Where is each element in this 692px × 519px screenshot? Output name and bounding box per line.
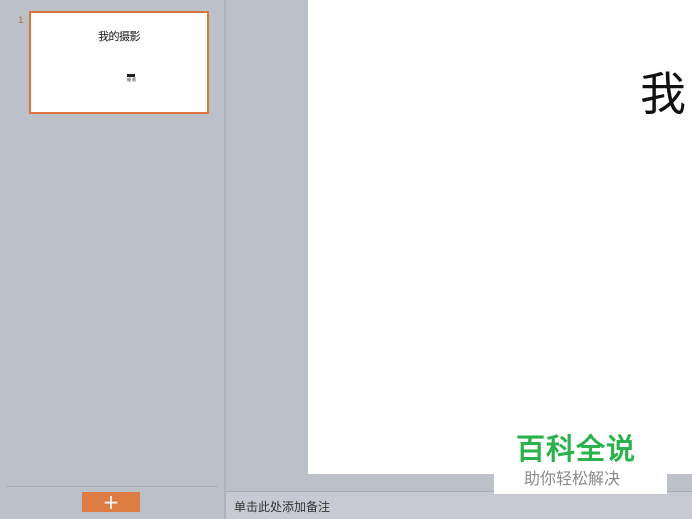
slide-editing-canvas: 我 xyxy=(226,0,692,491)
watermark-main-text: 百科全说 xyxy=(516,432,637,466)
panel-divider-line xyxy=(6,486,218,487)
watermark-sub-text: 助你轻松解决 xyxy=(524,469,621,488)
slide-title-text[interactable]: 我 xyxy=(640,58,686,124)
watermark-logo: 百科全说 助你轻松解决 xyxy=(494,424,667,494)
slide-number: 1 xyxy=(18,16,24,26)
notes-placeholder[interactable]: 单击此处添加备注 xyxy=(234,498,330,515)
slide-thumbnail-1[interactable]: 我的摄影 摄 影 xyxy=(29,11,209,114)
thumbnail-subtitle: 摄 影 xyxy=(127,72,136,82)
slide-thumbnail-panel: 1 我的摄影 摄 影 + xyxy=(0,0,224,519)
add-slide-button[interactable]: + xyxy=(82,492,140,512)
thumbnail-subtitle-text: 摄 影 xyxy=(127,77,137,82)
presentation-app: 1 我的摄影 摄 影 + 我 单击此处添加备注 百科全说 助你轻松解决 xyxy=(0,0,692,519)
current-slide[interactable]: 我 xyxy=(308,0,692,474)
notes-pane[interactable]: 单击此处添加备注 xyxy=(226,491,692,519)
thumbnail-title: 我的摄影 xyxy=(98,30,141,43)
